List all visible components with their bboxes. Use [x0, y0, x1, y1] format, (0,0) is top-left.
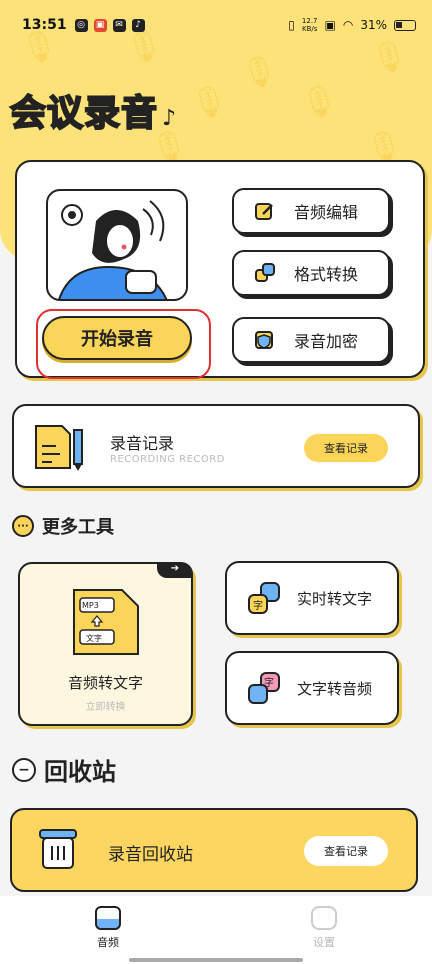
more-tools-heading: ··· 更多工具 — [12, 513, 114, 539]
mic-decor-icon: 🎙 — [190, 85, 229, 120]
recycle-bin-card[interactable]: 录音回收站 查看记录 — [10, 808, 418, 892]
audio-to-text-label: 音频转文字 — [67, 674, 143, 692]
audio-tab-icon — [95, 906, 121, 930]
edit-icon — [254, 200, 276, 222]
network-speed: 12.7 KB/s — [301, 17, 318, 33]
app-title: 会议录音 ♪ — [9, 92, 178, 135]
music-note-icon: ♪ — [162, 106, 178, 131]
shield-icon — [254, 329, 276, 351]
view-records-button[interactable]: 查看记录 — [304, 434, 388, 462]
convert-icon — [254, 262, 276, 284]
document-pencil-icon — [35, 425, 83, 471]
recording-encrypt-button[interactable]: 录音加密 — [232, 317, 390, 363]
recording-record-card[interactable]: 录音记录 RECORDING RECORD 查看记录 — [12, 404, 420, 488]
mic-decor-icon: 🎙 — [300, 85, 339, 120]
arrow-tag-icon: ➔ — [157, 562, 193, 578]
text-to-audio-button[interactable]: 字 文字转音频 — [225, 651, 399, 725]
audio-to-text-sublabel: 立即转换 — [85, 702, 126, 713]
recycle-bin-title: 录音回收站 — [108, 845, 193, 865]
text-to-audio-icon: 字 — [247, 671, 283, 705]
realtime-transcribe-button[interactable]: 字 实时转文字 — [225, 561, 399, 635]
recording-record-subtitle: RECORDING RECORD — [110, 454, 225, 465]
audio-edit-label: 音频编辑 — [294, 203, 359, 222]
recycle-heading: − 回收站 — [12, 752, 116, 787]
realtime-transcribe-label: 实时转文字 — [297, 589, 373, 608]
mail-icon: ✉ — [112, 18, 126, 32]
vibrate-icon: ▯ — [288, 18, 295, 32]
recycle-view-button[interactable]: 查看记录 — [304, 836, 388, 866]
app-notification-icon: ▣ — [93, 18, 107, 32]
svg-text:字: 字 — [264, 676, 274, 689]
wifi-icon: ◠ — [342, 18, 354, 32]
mp3-tag: MP3 — [82, 601, 99, 610]
realtime-transcribe-icon: 字 — [247, 581, 283, 615]
sim-icon: ▣ — [324, 18, 336, 32]
more-dots-icon: ··· — [12, 515, 34, 537]
nav-audio[interactable]: 音频 — [78, 906, 138, 950]
format-convert-button[interactable]: 格式转换 — [232, 250, 390, 296]
mic-decor-icon: 🎙 — [240, 55, 279, 90]
audio-edit-button[interactable]: 音频编辑 — [232, 188, 390, 234]
battery-icon — [394, 19, 416, 31]
recording-record-title: 录音记录 — [110, 434, 175, 453]
text-to-audio-label: 文字转音频 — [297, 679, 373, 698]
highlight-annotation — [36, 309, 211, 379]
nav-settings-label: 设置 — [313, 936, 335, 949]
battery-percent: 31% — [360, 18, 387, 32]
settings-gear-icon — [311, 906, 337, 930]
audio-to-text-card[interactable]: ➔ MP3 文字 音频转文字 立即转换 — [18, 562, 193, 726]
minus-circle-icon: − — [12, 757, 36, 782]
format-convert-label: 格式转换 — [294, 265, 359, 284]
recording-illustration — [46, 189, 188, 301]
bottom-navigation: 音频 设置 — [0, 896, 432, 964]
app-notification-icon: ◎ — [74, 18, 88, 32]
trash-bin-icon — [39, 829, 77, 869]
recording-encrypt-label: 录音加密 — [294, 332, 359, 351]
status-time: 13:51 — [22, 17, 67, 33]
tiktok-icon: ♪ — [131, 18, 145, 32]
home-indicator — [129, 958, 303, 962]
file-convert-icon — [73, 589, 139, 655]
status-bar: 13:51 ◎ ▣ ✉ ♪ ▯ 12.7 KB/s ▣ ◠ 31% — [0, 0, 432, 50]
svg-text:字: 字 — [253, 599, 263, 612]
text-tag: 文字 — [86, 634, 102, 643]
nav-settings[interactable]: 设置 — [294, 906, 354, 950]
nav-audio-label: 音频 — [97, 936, 119, 949]
